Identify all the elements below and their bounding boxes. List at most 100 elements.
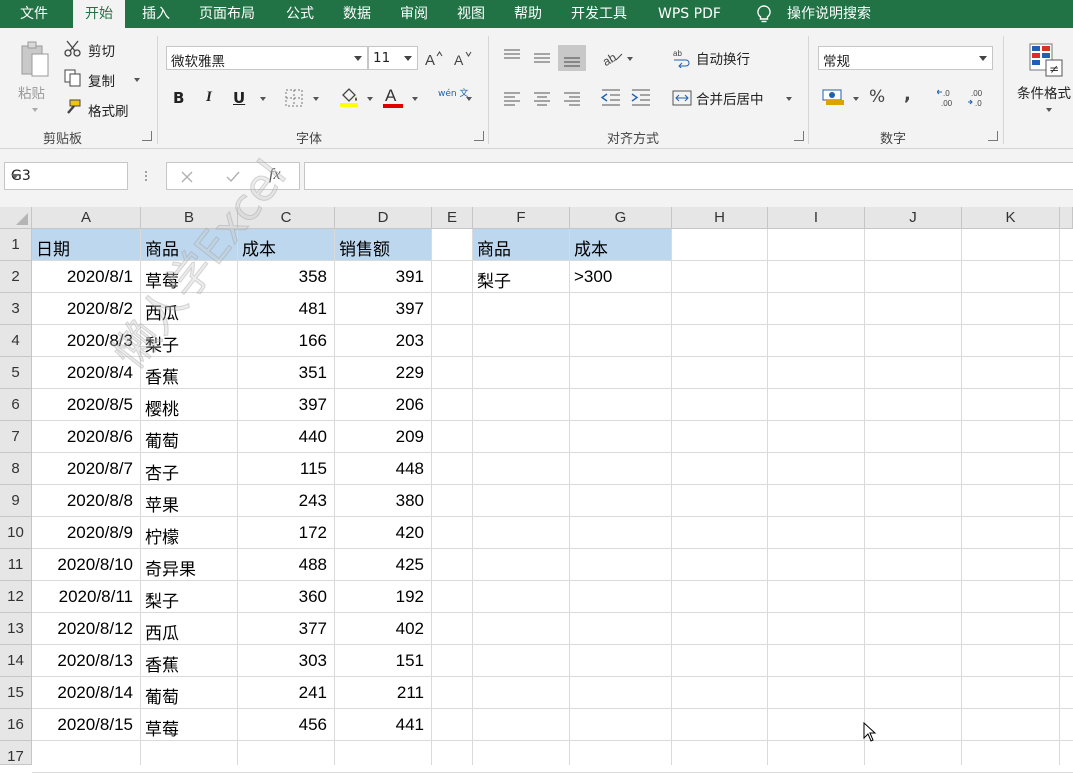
- row-header-11[interactable]: 11: [0, 549, 32, 581]
- tab-developer[interactable]: 开发工具: [571, 0, 627, 28]
- name-box[interactable]: G3: [4, 162, 128, 190]
- copy-button[interactable]: 复制: [64, 68, 144, 90]
- row-header-10[interactable]: 10: [0, 517, 32, 549]
- row-header-6[interactable]: 6: [0, 389, 32, 421]
- tab-review[interactable]: 审阅: [400, 0, 428, 28]
- italic-button[interactable]: I: [206, 89, 212, 106]
- date-cell[interactable]: 2020/8/11: [32, 587, 141, 607]
- insert-function-button[interactable]: fx: [269, 166, 281, 184]
- fill-color-icon[interactable]: [338, 86, 360, 108]
- wrap-text-button[interactable]: ab 自动换行: [672, 46, 772, 70]
- criteria-value-cell[interactable]: 梨子: [473, 267, 570, 292]
- bold-button[interactable]: B: [173, 89, 184, 107]
- alignment-dialog-launcher-icon[interactable]: [794, 131, 804, 141]
- product-cell[interactable]: 葡萄: [141, 683, 238, 708]
- tab-insert[interactable]: 插入: [142, 0, 170, 28]
- column-header-i[interactable]: I: [768, 207, 865, 229]
- sales-cell[interactable]: 211: [335, 683, 432, 703]
- date-cell[interactable]: 2020/8/9: [32, 523, 141, 543]
- select-all-corner[interactable]: [0, 207, 32, 229]
- cut-button[interactable]: 剪切: [64, 38, 134, 60]
- align-center-button[interactable]: [528, 85, 556, 111]
- font-name-combo[interactable]: 微软雅黑: [166, 46, 368, 70]
- format-painter-button[interactable]: 格式刷: [64, 98, 144, 120]
- cost-cell[interactable]: 115: [238, 459, 335, 479]
- underline-button[interactable]: U: [233, 89, 245, 107]
- date-cell[interactable]: 2020/8/2: [32, 299, 141, 319]
- column-header-c[interactable]: C: [238, 207, 335, 229]
- enter-check-icon[interactable]: [225, 169, 241, 185]
- sales-cell[interactable]: 206: [335, 395, 432, 415]
- borders-icon[interactable]: [284, 88, 304, 108]
- cost-cell[interactable]: 488: [238, 555, 335, 575]
- tab-data[interactable]: 数据: [343, 0, 371, 28]
- product-cell[interactable]: 香蕉: [141, 651, 238, 676]
- product-cell[interactable]: 西瓜: [141, 299, 238, 324]
- cancel-icon[interactable]: [179, 169, 195, 185]
- merge-center-button[interactable]: 合并后居中: [672, 86, 798, 110]
- decrease-decimal-icon[interactable]: .00 .0: [967, 87, 989, 109]
- sales-cell[interactable]: 391: [335, 267, 432, 287]
- number-format-combo[interactable]: 常规: [818, 46, 993, 70]
- middle-align-button[interactable]: [528, 45, 556, 71]
- criteria-header-cell[interactable]: 商品: [473, 235, 570, 260]
- row-header-17[interactable]: 17: [0, 741, 32, 765]
- product-cell[interactable]: 香蕉: [141, 363, 238, 388]
- date-cell[interactable]: 2020/8/5: [32, 395, 141, 415]
- accounting-format-icon[interactable]: [822, 87, 846, 107]
- table-header-cell[interactable]: 日期: [32, 235, 141, 260]
- tab-view[interactable]: 视图: [457, 0, 485, 28]
- date-cell[interactable]: 2020/8/14: [32, 683, 141, 703]
- column-header-l[interactable]: [1060, 207, 1073, 229]
- row-header-7[interactable]: 7: [0, 421, 32, 453]
- sales-cell[interactable]: 420: [335, 523, 432, 543]
- row-header-8[interactable]: 8: [0, 453, 32, 485]
- font-color-icon[interactable]: A: [382, 85, 404, 109]
- increase-decimal-icon[interactable]: .0 .00: [937, 87, 959, 109]
- row-header-3[interactable]: 3: [0, 293, 32, 325]
- font-dialog-launcher-icon[interactable]: [474, 131, 484, 141]
- align-left-button[interactable]: [498, 85, 526, 111]
- cost-cell[interactable]: 456: [238, 715, 335, 735]
- product-cell[interactable]: 苹果: [141, 491, 238, 516]
- sales-cell[interactable]: 192: [335, 587, 432, 607]
- row-header-2[interactable]: 2: [0, 261, 32, 293]
- formula-input[interactable]: [304, 162, 1073, 190]
- formula-bar-splitter-icon[interactable]: [143, 169, 149, 183]
- cost-cell[interactable]: 243: [238, 491, 335, 511]
- bottom-align-button[interactable]: [558, 45, 586, 71]
- cost-cell[interactable]: 360: [238, 587, 335, 607]
- sales-cell[interactable]: 229: [335, 363, 432, 383]
- orientation-icon[interactable]: ab: [602, 48, 624, 68]
- cost-cell[interactable]: 166: [238, 331, 335, 351]
- underline-dropdown-arrow[interactable]: [260, 97, 266, 101]
- product-cell[interactable]: 梨子: [141, 331, 238, 356]
- column-header-e[interactable]: E: [432, 207, 473, 229]
- cost-cell[interactable]: 303: [238, 651, 335, 671]
- date-cell[interactable]: 2020/8/3: [32, 331, 141, 351]
- fill-color-dropdown-arrow[interactable]: [367, 97, 373, 101]
- top-align-button[interactable]: [498, 45, 526, 71]
- tab-formulas[interactable]: 公式: [286, 0, 314, 28]
- product-cell[interactable]: 草莓: [141, 715, 238, 740]
- column-header-f[interactable]: F: [473, 207, 570, 229]
- tab-file[interactable]: 文件: [20, 0, 48, 28]
- column-header-b[interactable]: B: [141, 207, 238, 229]
- sales-cell[interactable]: 448: [335, 459, 432, 479]
- product-cell[interactable]: 樱桃: [141, 395, 238, 420]
- row-header-15[interactable]: 15: [0, 677, 32, 709]
- date-cell[interactable]: 2020/8/15: [32, 715, 141, 735]
- cost-cell[interactable]: 172: [238, 523, 335, 543]
- phonetic-dropdown-arrow[interactable]: [466, 97, 472, 101]
- column-header-a[interactable]: A: [32, 207, 141, 229]
- table-header-cell[interactable]: 成本: [238, 235, 335, 260]
- sales-cell[interactable]: 209: [335, 427, 432, 447]
- cost-cell[interactable]: 241: [238, 683, 335, 703]
- tab-help[interactable]: 帮助: [514, 0, 542, 28]
- date-cell[interactable]: 2020/8/6: [32, 427, 141, 447]
- column-header-h[interactable]: H: [672, 207, 768, 229]
- percent-style-button[interactable]: %: [869, 87, 885, 107]
- paste-button[interactable]: 粘贴: [14, 38, 56, 118]
- clipboard-dialog-launcher-icon[interactable]: [142, 131, 152, 141]
- phonetic-guide-button[interactable]: wén 文: [438, 86, 468, 99]
